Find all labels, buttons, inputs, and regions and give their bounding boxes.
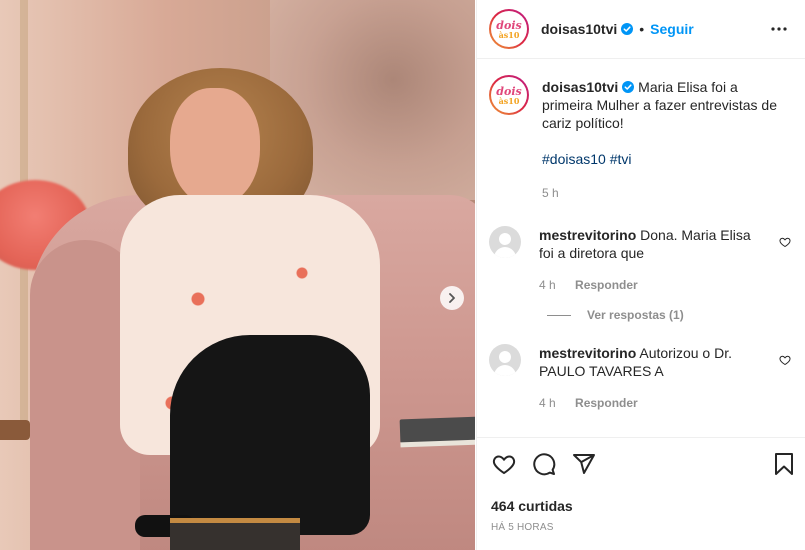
comment-time: 4 h [539,396,556,410]
replies-divider-line [547,314,571,316]
more-options-button[interactable] [767,17,791,41]
photo-side-table [0,420,30,440]
post-caption: dois às10 doisas10tvi Maria Elisa foi a … [489,75,791,202]
reply-button[interactable]: Responder [575,396,638,410]
avatar-logo-top: dois [496,84,522,98]
comment-time: 4 h [539,278,556,292]
hashtag-link[interactable]: #tvi [610,151,632,167]
avatar-logo-bottom: às10 [498,29,520,40]
comment-item: mestrevitorino Autorizou o Dr. PAULO TAV… [489,344,791,412]
next-image-button[interactable] [440,286,464,310]
comment-username[interactable]: mestrevitorino [539,345,636,361]
view-replies-button[interactable]: Ver respostas (1) [547,308,791,322]
share-button[interactable] [571,451,597,477]
follow-button[interactable]: Seguir [650,21,694,37]
caption-avatar[interactable]: dois às10 [489,75,529,115]
action-icons-row [491,450,797,478]
comment-meta: 4 h Responder [539,276,769,294]
view-replies-label: Ver respostas (1) [587,308,684,322]
verified-badge-icon [622,81,635,93]
reply-button[interactable]: Responder [575,278,638,292]
caption-username[interactable]: doisas10tvi [542,79,618,95]
commenter-avatar[interactable] [489,344,521,376]
separator-dot: • [639,21,645,37]
post-actions: 464 curtidas HÁ 5 HORAS [477,437,805,533]
comment-item: mestrevitorino Dona. Maria Elisa foi a d… [489,226,791,294]
likes-count[interactable]: 464 curtidas [491,498,797,514]
heart-icon [492,455,516,475]
bookmark-icon [775,453,793,475]
photo-person-pants [170,335,370,535]
comments-section: dois às10 doisas10tvi Maria Elisa foi a … [477,59,805,437]
post-header: dois às10 doisas10tvi • Seguir [477,0,805,59]
avatar-logo: dois às10 [491,11,527,47]
avatar-logo-bottom: às10 [498,95,520,106]
comment-like-icon[interactable] [779,354,791,366]
chevron-right-icon [449,293,455,303]
verified-badge-icon [621,23,634,35]
photo-book [170,518,300,550]
photo-book [399,416,475,444]
post-photo[interactable] [0,0,475,550]
comment-body: mestrevitorino Dona. Maria Elisa foi a d… [539,226,791,294]
save-button[interactable] [771,451,797,477]
profile-avatar[interactable]: dois às10 [489,9,529,49]
post-side-panel: dois às10 doisas10tvi • Seguir dois às10… [476,0,805,550]
caption-time: 5 h [542,186,559,200]
comment-button[interactable] [531,451,557,477]
hashtag-link[interactable]: #doisas10 [542,151,606,167]
like-button[interactable] [491,451,517,477]
more-horizontal-icon [771,27,787,31]
comment-meta: 4 h Responder [539,394,769,412]
photo-person-face [170,88,260,206]
caption-body: doisas10tvi Maria Elisa foi a primeira M… [542,78,791,202]
caption-hashtags: #doisas10 #tvi [542,150,791,168]
avatar-logo: dois às10 [491,77,527,113]
avatar-logo-top: dois [496,18,522,32]
post-timestamp[interactable]: HÁ 5 HORAS [491,522,797,533]
comment-like-icon[interactable] [779,236,791,248]
comment-icon [533,453,556,476]
comment-username[interactable]: mestrevitorino [539,227,636,243]
share-icon [573,454,595,474]
comment-body: mestrevitorino Autorizou o Dr. PAULO TAV… [539,344,791,412]
header-username[interactable]: doisas10tvi [541,21,617,37]
commenter-avatar[interactable] [489,226,521,258]
